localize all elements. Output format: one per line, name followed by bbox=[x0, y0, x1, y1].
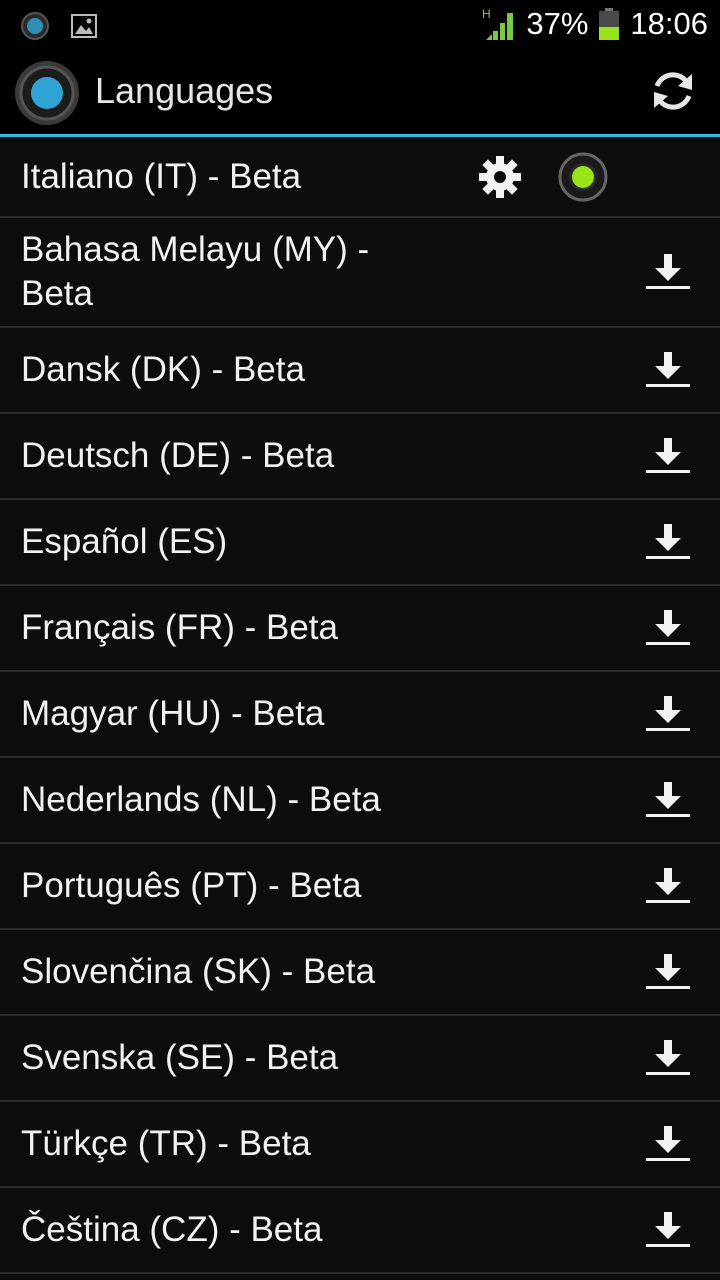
language-row-pt[interactable]: Português (PT) - Beta bbox=[0, 844, 720, 930]
download-icon[interactable] bbox=[644, 252, 692, 292]
language-label: Français (FR) - Beta bbox=[21, 608, 338, 647]
language-label: Español (ES) bbox=[21, 522, 228, 561]
language-label: Dansk (DK) - Beta bbox=[21, 350, 305, 389]
language-label: Čeština (CZ) - Beta bbox=[21, 1210, 323, 1249]
language-label: Svenska (SE) - Beta bbox=[21, 1038, 339, 1077]
language-label: Nederlands (NL) - Beta bbox=[21, 780, 381, 819]
language-row-my[interactable]: Bahasa Melayu (MY) - Beta bbox=[0, 218, 720, 328]
refresh-icon[interactable] bbox=[648, 66, 698, 116]
battery-percent: 37% bbox=[526, 6, 589, 41]
language-row-se[interactable]: Svenska (SE) - Beta bbox=[0, 1016, 720, 1102]
language-row-dk[interactable]: Dansk (DK) - Beta bbox=[0, 328, 720, 414]
language-list: Italiano (IT) - Beta Bahasa Melayu (MY) … bbox=[0, 137, 720, 1274]
download-icon[interactable] bbox=[644, 1124, 692, 1164]
download-icon[interactable] bbox=[644, 522, 692, 562]
language-row-es[interactable]: Español (ES) bbox=[0, 500, 720, 586]
gear-icon[interactable] bbox=[478, 155, 522, 199]
download-icon[interactable] bbox=[644, 350, 692, 390]
language-label: Deutsch (DE) - Beta bbox=[21, 436, 335, 475]
svg-text:H: H bbox=[482, 7, 491, 21]
clock: 18:06 bbox=[630, 6, 708, 41]
action-bar: Languages bbox=[0, 50, 720, 137]
selected-radio-icon[interactable] bbox=[558, 152, 608, 202]
language-row-hu[interactable]: Magyar (HU) - Beta bbox=[0, 672, 720, 758]
language-row-nl[interactable]: Nederlands (NL) - Beta bbox=[0, 758, 720, 844]
language-label: Türkçe (TR) - Beta bbox=[21, 1124, 311, 1163]
app-notification-icon bbox=[21, 12, 49, 40]
notification-icons bbox=[20, 11, 98, 41]
language-label: Bahasa Melayu (MY) - Beta bbox=[21, 230, 370, 313]
image-notification-icon bbox=[71, 14, 97, 38]
download-icon[interactable] bbox=[644, 1210, 692, 1250]
app-logo-icon[interactable] bbox=[14, 60, 80, 126]
download-icon[interactable] bbox=[644, 1038, 692, 1078]
language-row-it[interactable]: Italiano (IT) - Beta bbox=[0, 137, 720, 218]
language-label: Italiano (IT) - Beta bbox=[21, 156, 302, 196]
language-row-cz[interactable]: Čeština (CZ) - Beta bbox=[0, 1188, 720, 1274]
language-label: Português (PT) - Beta bbox=[21, 866, 362, 905]
download-icon[interactable] bbox=[644, 694, 692, 734]
status-indicators: H 37% 18:06 bbox=[482, 6, 708, 42]
download-icon[interactable] bbox=[644, 780, 692, 820]
language-row-tr[interactable]: Türkçe (TR) - Beta bbox=[0, 1102, 720, 1188]
language-label: Magyar (HU) - Beta bbox=[21, 694, 325, 733]
status-bar: H 37% 18:06 bbox=[0, 0, 720, 50]
signal-icon: H bbox=[482, 7, 514, 40]
download-icon[interactable] bbox=[644, 436, 692, 476]
download-icon[interactable] bbox=[644, 608, 692, 648]
language-row-fr[interactable]: Français (FR) - Beta bbox=[0, 586, 720, 672]
page-title: Languages bbox=[95, 70, 274, 111]
download-icon[interactable] bbox=[644, 952, 692, 992]
language-row-sk[interactable]: Slovenčina (SK) - Beta bbox=[0, 930, 720, 1016]
download-icon[interactable] bbox=[644, 866, 692, 906]
language-label: Slovenčina (SK) - Beta bbox=[21, 952, 376, 991]
language-row-de[interactable]: Deutsch (DE) - Beta bbox=[0, 414, 720, 500]
battery-icon bbox=[599, 8, 620, 40]
